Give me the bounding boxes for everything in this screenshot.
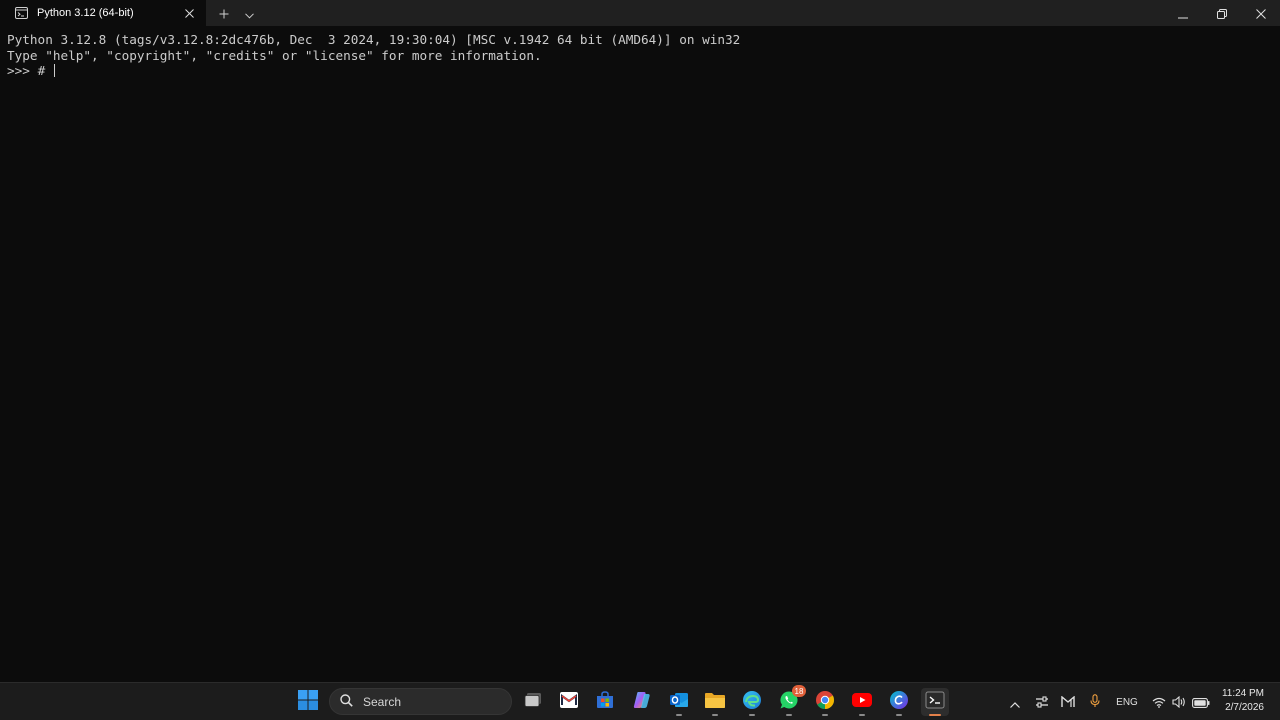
console-output-line: Python 3.12.8 (tags/v3.12.8:2dc476b, Dec…	[7, 32, 741, 47]
show-hidden-icons-button[interactable]	[1007, 691, 1023, 713]
windows-start-icon	[298, 690, 318, 714]
running-indicator	[822, 714, 828, 716]
language-label: ENG	[1116, 696, 1138, 708]
running-indicator	[712, 714, 718, 716]
running-indicator	[786, 714, 792, 716]
console-output-line: Type "help", "copyright", "credits" or "…	[7, 47, 542, 63]
minimize-icon	[1177, 4, 1188, 23]
task-view-icon	[524, 692, 542, 712]
youtube-button[interactable]	[848, 688, 876, 716]
tray-settings-button[interactable]	[1033, 691, 1051, 713]
chevron-up-icon	[1010, 693, 1020, 712]
taskbar-search-box[interactable]: Search	[329, 688, 512, 715]
mail-tray-icon	[1061, 693, 1075, 712]
gmail-button[interactable]	[555, 688, 583, 716]
restore-icon	[1216, 4, 1227, 23]
taskbar: Search 18 ENG 11:24 PM 2/7/2026	[0, 682, 1280, 720]
running-indicator	[896, 714, 902, 716]
title-bar: Python 3.12 (64-bit)	[0, 0, 1280, 26]
gmail-icon	[559, 691, 579, 713]
wifi-icon	[1152, 693, 1166, 712]
volume-icon	[1172, 693, 1186, 712]
terminal-icon	[925, 691, 945, 713]
new-tab-button[interactable]	[210, 0, 238, 26]
canva-icon	[889, 690, 909, 714]
microsoft-store-button[interactable]	[591, 688, 619, 716]
quick-settings-button[interactable]	[1150, 691, 1212, 713]
terminal-console[interactable]: Python 3.12.8 (tags/v3.12.8:2dc476b, Dec…	[0, 26, 1280, 682]
copilot-button[interactable]	[628, 688, 656, 716]
clock-date: 2/7/2026	[1225, 702, 1264, 713]
minimize-button[interactable]	[1163, 0, 1202, 26]
task-view-button[interactable]	[519, 688, 547, 716]
notification-badge: 18	[792, 685, 806, 697]
python-prompt: >>>	[7, 63, 38, 78]
terminal-button[interactable]	[921, 688, 949, 716]
running-indicator	[859, 714, 865, 716]
clock-time: 11:24 PM	[1221, 688, 1264, 699]
file-explorer-icon	[704, 691, 726, 713]
start-button[interactable]	[294, 688, 322, 716]
console-input-line[interactable]: >>> #	[7, 63, 1280, 79]
microphone-button[interactable]	[1087, 691, 1103, 713]
youtube-icon	[851, 692, 873, 712]
active-indicator	[929, 714, 941, 716]
tray-mail-app-button[interactable]	[1059, 691, 1077, 713]
outlook-icon	[669, 690, 689, 714]
microsoft-store-icon	[595, 690, 615, 714]
plus-icon	[219, 4, 229, 23]
title-bar-drag-area[interactable]	[260, 0, 1163, 26]
restore-button[interactable]	[1202, 0, 1241, 26]
sliders-icon	[1035, 693, 1049, 712]
close-tab-icon[interactable]	[182, 6, 196, 20]
outlook-button[interactable]	[665, 688, 693, 716]
tab-python[interactable]: Python 3.12 (64-bit)	[0, 0, 206, 26]
edge-icon	[742, 690, 762, 714]
language-indicator[interactable]: ENG	[1112, 691, 1142, 713]
file-explorer-button[interactable]	[701, 688, 729, 716]
console-input-text[interactable]: #	[38, 63, 53, 78]
running-indicator	[676, 714, 682, 716]
running-indicator	[749, 714, 755, 716]
copilot-icon	[632, 690, 652, 714]
tab-title: Python 3.12 (64-bit)	[37, 7, 134, 19]
text-cursor	[53, 64, 55, 77]
tab-dropdown-button[interactable]	[238, 0, 260, 26]
search-icon	[340, 692, 353, 711]
chrome-button[interactable]	[811, 688, 839, 716]
canva-button[interactable]	[885, 688, 913, 716]
close-icon	[1255, 4, 1266, 23]
search-label: Search	[363, 694, 402, 709]
clock-date-button[interactable]: 11:24 PM 2/7/2026	[1204, 687, 1264, 715]
microphone-icon	[1090, 693, 1100, 712]
close-window-button[interactable]	[1241, 0, 1280, 26]
whatsapp-button[interactable]: 18	[775, 685, 806, 716]
chevron-down-icon	[244, 4, 254, 23]
chrome-icon	[815, 690, 835, 714]
terminal-window-icon	[14, 6, 28, 20]
edge-button[interactable]	[738, 688, 766, 716]
